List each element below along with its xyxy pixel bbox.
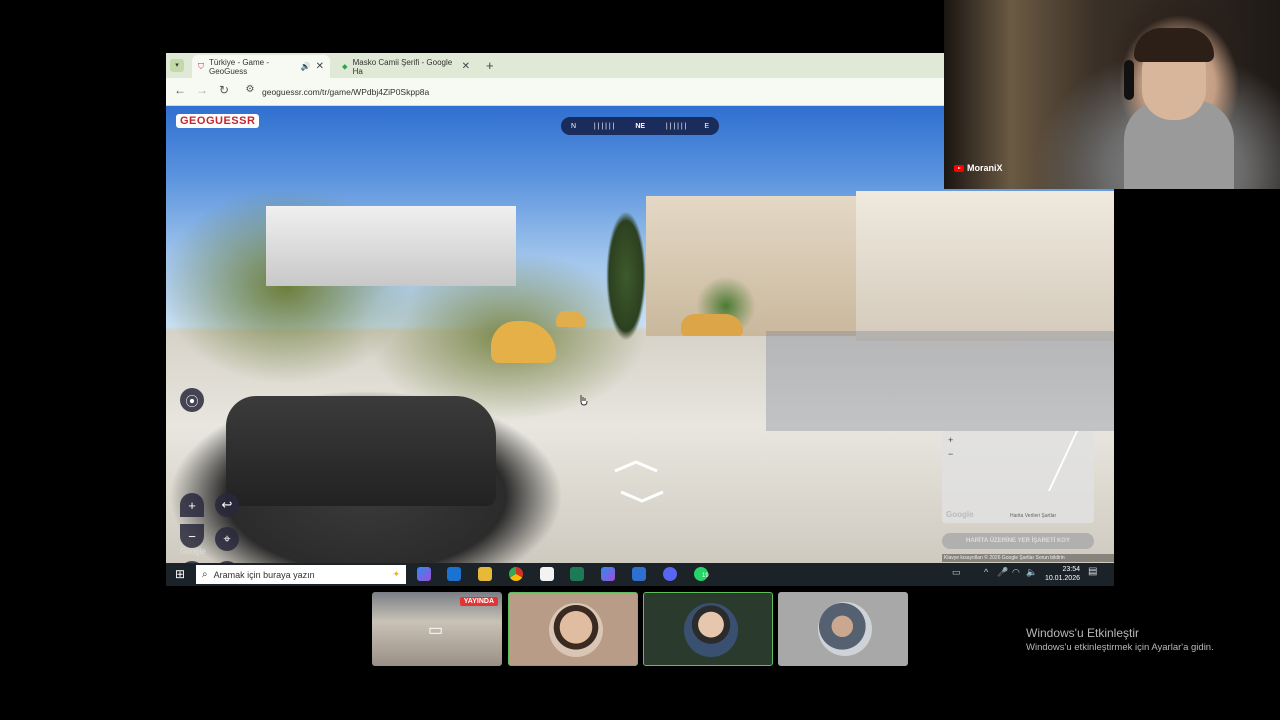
taskbar-clock[interactable]: 23:54 10.01.2026 bbox=[1045, 565, 1080, 583]
app-icon[interactable] bbox=[632, 567, 646, 581]
wifi-icon[interactable]: ◠ bbox=[1012, 567, 1020, 578]
participant-tile[interactable] bbox=[643, 592, 773, 666]
file-explorer-icon[interactable] bbox=[478, 567, 492, 581]
store-icon[interactable] bbox=[540, 567, 554, 581]
search-placeholder: Aramak için buraya yazın bbox=[213, 569, 315, 580]
building bbox=[266, 206, 516, 286]
taxi bbox=[681, 314, 743, 336]
youtube-icon bbox=[954, 164, 964, 172]
building bbox=[856, 191, 1114, 341]
compass-right: E bbox=[704, 122, 709, 130]
whatsapp-badge: 19 bbox=[702, 573, 709, 579]
compass: N | | | | | | NE | | | | | | E bbox=[561, 117, 719, 135]
return-to-start-icon[interactable]: ⌖ bbox=[215, 527, 239, 551]
audio-icon: 🔊 bbox=[300, 62, 311, 71]
tray-chevron-icon[interactable]: ^ bbox=[984, 567, 988, 577]
live-badge: YAYINDA bbox=[459, 597, 498, 606]
shadow-area bbox=[766, 331, 1114, 431]
maps-pin-icon: ⬥ bbox=[342, 61, 348, 71]
compass-ticks: | | | | | | bbox=[665, 122, 687, 130]
participant-tile-screen[interactable]: YAYINDA ▭ bbox=[372, 592, 502, 666]
tab-search-icon[interactable]: ▾ bbox=[170, 59, 184, 72]
close-tab-icon[interactable]: ✕ bbox=[316, 61, 324, 72]
tab-google-maps[interactable]: ⬥ Masko Camii Şerifi - Google Ha ✕ bbox=[336, 55, 476, 78]
compass-ticks: | | | | | | bbox=[593, 122, 615, 130]
map-zoom-out[interactable]: − bbox=[948, 449, 953, 459]
guess-minimap[interactable]: + − Google Harita Verileri Şartlar bbox=[942, 431, 1094, 523]
address-bar: ← → ↻ ⚙ geoguessr.com/tr/game/WPdbj4ZiP0… bbox=[166, 78, 944, 106]
windows-activate-subtitle: Windows'u etkinleştirmek için Ayarlar'a … bbox=[1026, 642, 1214, 653]
google-footer: Klavye kısayolları © 2026 Google Şartlar… bbox=[942, 554, 1114, 562]
taskbar-search[interactable]: ⌕ Aramak için buraya yazın ✦ bbox=[196, 565, 406, 584]
geoguessr-pin-icon: ⛉ bbox=[198, 61, 204, 71]
avatar bbox=[684, 603, 738, 657]
streamer-webcam: MoraniX bbox=[944, 0, 1280, 189]
participant-tile[interactable] bbox=[508, 592, 638, 666]
undo-move-button[interactable]: ↩ bbox=[215, 493, 239, 517]
channel-name: MoraniX bbox=[967, 163, 1003, 173]
volume-icon[interactable]: 🔈 bbox=[1026, 567, 1037, 578]
zoom-in-button[interactable]: + bbox=[180, 493, 204, 517]
hair bbox=[1134, 28, 1214, 62]
zoom-out-button[interactable]: − bbox=[180, 524, 204, 548]
chrome-icon[interactable] bbox=[509, 567, 523, 581]
taxi bbox=[556, 311, 586, 327]
map-road bbox=[1018, 431, 1078, 491]
google-watermark: Google bbox=[180, 547, 206, 556]
url-field[interactable]: geoguessr.com/tr/game/WPdbj4ZiP0Skpp8a bbox=[262, 87, 429, 97]
reload-icon[interactable]: ↻ bbox=[216, 83, 232, 97]
outlook-icon[interactable] bbox=[447, 567, 461, 581]
tab-title: Masko Camii Şerifi - Google Ha bbox=[352, 57, 453, 76]
screen-share-icon: ▭ bbox=[428, 622, 444, 639]
avatar bbox=[549, 603, 603, 657]
geoguessr-logo: GEOGUESSR bbox=[176, 114, 260, 128]
copilot-sparkle-icon: ✦ bbox=[392, 569, 400, 579]
pin-marker-icon[interactable]: ⦿ bbox=[180, 388, 204, 412]
browser-tab-bar: ▾ ⛉ Türkiye - Game - GeoGuess 🔊 ✕ ⬥ Mask… bbox=[166, 53, 944, 78]
guess-button[interactable]: HARİTA ÜZERİNE YER İŞARETİ KOY bbox=[942, 533, 1094, 549]
move-back-arrow[interactable] bbox=[619, 490, 665, 504]
tree bbox=[606, 211, 646, 341]
whatsapp-icon[interactable]: 19 bbox=[694, 567, 709, 581]
discord-icon[interactable] bbox=[663, 567, 677, 581]
map-attribution: Harita Verileri Şartlar bbox=[1010, 513, 1057, 519]
parked-car bbox=[226, 396, 496, 506]
compass-left: N bbox=[571, 122, 577, 130]
clock-time: 23:54 bbox=[1062, 566, 1080, 573]
map-zoom-in[interactable]: + bbox=[948, 435, 953, 445]
forward-icon[interactable]: → bbox=[194, 83, 210, 97]
search-icon: ⌕ bbox=[202, 569, 208, 580]
compass-heading: NE bbox=[632, 121, 649, 131]
copilot-icon[interactable] bbox=[601, 567, 615, 581]
back-icon[interactable]: ← bbox=[172, 83, 188, 97]
tab-title: Türkiye - Game - GeoGuess bbox=[209, 57, 270, 76]
hand-cursor-icon bbox=[580, 395, 588, 406]
notification-icon[interactable]: ▤ bbox=[1088, 566, 1097, 577]
site-settings-icon[interactable]: ⚙ bbox=[242, 84, 258, 95]
channel-label: MoraniX bbox=[954, 163, 1003, 173]
tray-app-icon[interactable]: ▭ bbox=[952, 567, 961, 578]
clock-date: 10.01.2026 bbox=[1044, 575, 1080, 582]
windows-activate-title: Windows'u Etkinleştir bbox=[1026, 626, 1139, 640]
copilot-icon[interactable] bbox=[417, 567, 431, 581]
avatar bbox=[818, 602, 872, 656]
new-tab-button[interactable]: + bbox=[486, 58, 494, 73]
headset bbox=[1124, 60, 1134, 100]
taxi bbox=[491, 321, 556, 363]
close-tab-icon[interactable]: ✕ bbox=[462, 61, 470, 72]
tab-geoguessr[interactable]: ⛉ Türkiye - Game - GeoGuess 🔊 ✕ bbox=[192, 55, 330, 78]
participant-tile[interactable] bbox=[778, 592, 908, 666]
google-watermark: Google bbox=[946, 510, 974, 519]
windows-start-icon[interactable]: ⊞ bbox=[175, 567, 185, 581]
microphone-icon[interactable]: 🎤 bbox=[997, 567, 1008, 578]
app-icon[interactable] bbox=[570, 567, 584, 581]
move-forward-arrow[interactable] bbox=[613, 459, 659, 473]
